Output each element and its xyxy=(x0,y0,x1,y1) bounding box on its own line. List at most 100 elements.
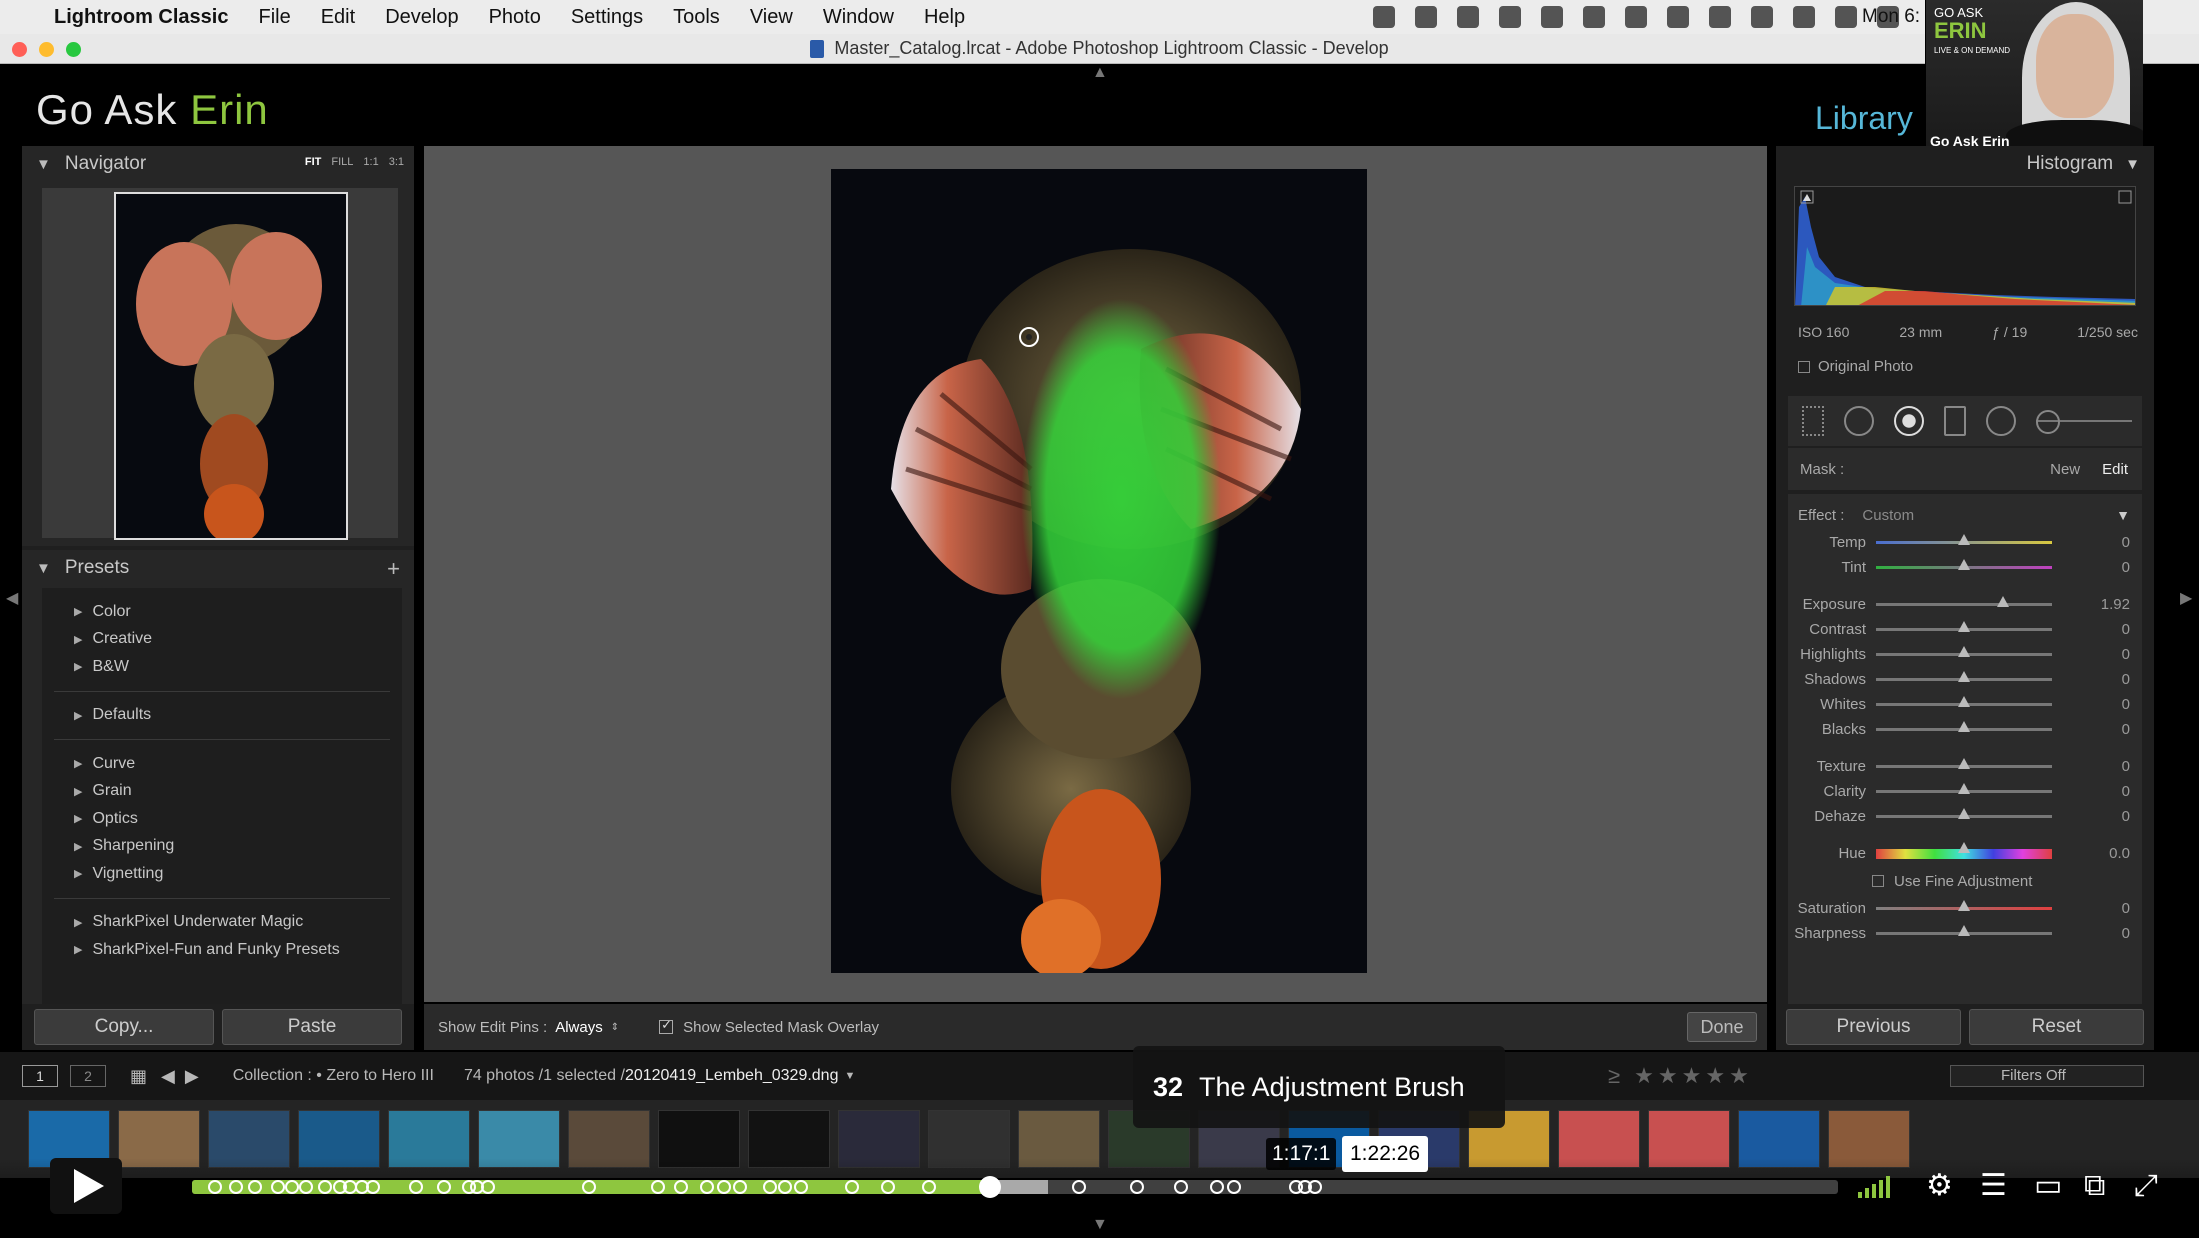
preset-group[interactable]: ▶ B&W xyxy=(42,653,402,681)
clarity-value[interactable]: 0 xyxy=(2122,783,2130,800)
menu-window[interactable]: Window xyxy=(823,6,894,29)
temp-slider-track[interactable] xyxy=(1876,534,2052,545)
creative-cloud-icon[interactable] xyxy=(1415,6,1437,28)
grid-view-icon[interactable]: ▦ xyxy=(130,1066,147,1087)
zoom-window-icon[interactable] xyxy=(66,42,81,57)
chapters-list-icon[interactable]: ☰ xyxy=(1980,1170,2007,1202)
nav-arrows-icon[interactable]: ◀▶ xyxy=(161,1066,209,1087)
menu-photo[interactable]: Photo xyxy=(489,6,541,29)
zoom-fill[interactable]: FILL xyxy=(331,156,353,168)
whites-slider-track[interactable] xyxy=(1876,696,2052,707)
presets-header[interactable]: ▼ Presets xyxy=(22,550,414,586)
paste-settings-button[interactable]: Paste xyxy=(222,1009,402,1045)
dehaze-value[interactable]: 0 xyxy=(2122,808,2130,825)
bluetooth-icon[interactable] xyxy=(1541,6,1563,28)
crop-overlay-icon[interactable] xyxy=(1802,406,1824,436)
chapter-marker[interactable] xyxy=(762,1180,777,1194)
airplay-icon[interactable]: ▭ xyxy=(2034,1170,2062,1202)
chapter-marker[interactable] xyxy=(408,1180,423,1194)
preset-group[interactable]: ▶ Creative xyxy=(42,626,402,654)
app-menu[interactable]: Lightroom Classic xyxy=(54,6,228,29)
collapse-triangle-icon[interactable]: ▼ xyxy=(2116,507,2130,523)
fine-adjustment-toggle[interactable]: Use Fine Adjustment xyxy=(1788,866,2142,896)
dehaze-slider-track[interactable] xyxy=(1876,808,2052,819)
temp-value[interactable]: 0 xyxy=(2122,534,2130,551)
zoom-fit[interactable]: FIT xyxy=(305,156,322,168)
preset-group[interactable]: ▶ Grain xyxy=(42,778,402,806)
filmstrip-toggle-icon[interactable]: ▼ xyxy=(1092,1216,1108,1234)
display-icon[interactable] xyxy=(1373,6,1395,28)
dehaze-slider-handle[interactable] xyxy=(1958,808,1970,819)
histogram-header[interactable]: Histogram ▼ xyxy=(1776,146,2154,182)
whites-value[interactable]: 0 xyxy=(2122,696,2130,713)
texture-slider-track[interactable] xyxy=(1876,758,2052,769)
graduated-filter-icon[interactable] xyxy=(1944,406,1966,436)
chapter-marker[interactable] xyxy=(481,1180,496,1194)
chapter-marker[interactable] xyxy=(733,1180,748,1194)
chapter-marker[interactable] xyxy=(1174,1180,1189,1194)
secondary-window-button[interactable]: 2 xyxy=(70,1065,106,1087)
chapter-marker[interactable] xyxy=(650,1180,665,1194)
collapse-triangle-icon[interactable]: ▼ xyxy=(36,156,51,173)
zoom-3-1[interactable]: 3:1 xyxy=(389,156,404,168)
sharpness-value[interactable]: 0 xyxy=(2122,925,2130,942)
chapter-marker[interactable] xyxy=(673,1180,688,1194)
hue-slider-handle[interactable] xyxy=(1958,842,1970,853)
mask-overlay-checkbox[interactable] xyxy=(659,1017,674,1034)
preset-group[interactable]: ▶ Curve xyxy=(42,750,402,778)
previous-button[interactable]: Previous xyxy=(1786,1009,1961,1045)
menu-develop[interactable]: Develop xyxy=(385,6,458,29)
clarity-slider-handle[interactable] xyxy=(1958,783,1970,794)
spot-removal-icon[interactable] xyxy=(1844,406,1874,436)
adjustment-brush-slider[interactable] xyxy=(2036,410,2132,434)
play-button[interactable] xyxy=(50,1158,122,1214)
filter-select[interactable]: Filters Off xyxy=(1950,1065,2144,1087)
contrast-slider-track[interactable] xyxy=(1876,621,2052,632)
exposure-slider-handle[interactable] xyxy=(1996,596,2009,607)
shadows-slider-handle[interactable] xyxy=(1958,671,1970,682)
shadows-slider-track[interactable] xyxy=(1876,671,2052,682)
chapter-marker[interactable] xyxy=(1129,1180,1144,1194)
left-panel-toggle-icon[interactable]: ◀ xyxy=(6,588,18,608)
tint-value[interactable]: 0 xyxy=(2122,559,2130,576)
wifi-icon[interactable] xyxy=(1835,6,1857,28)
preset-group[interactable]: ▶ SharkPixel-Fun and Funky Presets xyxy=(42,936,402,964)
histogram-graph[interactable] xyxy=(1794,186,2136,306)
filename-dropdown-icon[interactable]: ▼ xyxy=(844,1070,855,1082)
zoom-1-1[interactable]: 1:1 xyxy=(363,156,378,168)
filmstrip-source[interactable]: Collection : • Zero to Hero III xyxy=(233,1067,434,1085)
mask-new-button[interactable]: New xyxy=(2050,461,2080,478)
fullscreen-icon[interactable]: ⤢ xyxy=(2134,1170,2158,1202)
close-window-icon[interactable] xyxy=(12,42,27,57)
add-preset-icon[interactable]: + xyxy=(387,556,400,582)
exposure-value[interactable]: 1.92 xyxy=(2101,596,2130,613)
texture-slider-handle[interactable] xyxy=(1958,758,1970,769)
chapter-marker[interactable] xyxy=(208,1180,223,1194)
video-scrub-handle[interactable] xyxy=(979,1176,1002,1198)
preset-group[interactable]: ▶ Vignetting xyxy=(42,860,402,888)
volume-icon[interactable] xyxy=(1858,1174,1890,1198)
chapter-marker[interactable] xyxy=(1226,1180,1241,1194)
chapter-marker[interactable] xyxy=(777,1180,792,1194)
menu-tools[interactable]: Tools xyxy=(673,6,720,29)
chapter-marker[interactable] xyxy=(229,1180,244,1194)
top-panel-toggle-icon[interactable]: ▲ xyxy=(1092,64,1108,82)
chapter-marker[interactable] xyxy=(581,1180,596,1194)
move-icon[interactable] xyxy=(1793,6,1815,28)
chapter-marker[interactable] xyxy=(270,1180,285,1194)
module-picker-library[interactable]: Library xyxy=(1815,100,1913,137)
hue-slider-track[interactable] xyxy=(1876,842,2052,859)
navigator-preview-thumbnail[interactable] xyxy=(114,192,348,540)
texture-value[interactable]: 0 xyxy=(2122,758,2130,775)
menu-file[interactable]: File xyxy=(258,6,290,29)
chapter-marker[interactable] xyxy=(700,1180,715,1194)
saturation-slider-handle[interactable] xyxy=(1958,900,1970,911)
fine-adjustment-checkbox[interactable] xyxy=(1872,875,1884,887)
chapter-marker[interactable] xyxy=(298,1180,313,1194)
hue-value[interactable]: 0.0 xyxy=(2109,845,2130,862)
preset-group[interactable]: ▶ Color xyxy=(42,598,402,626)
edit-pins-select[interactable]: Always xyxy=(555,1019,603,1036)
preset-group[interactable]: ▶ Sharpening xyxy=(42,833,402,861)
chapter-marker[interactable] xyxy=(881,1180,896,1194)
sharpness-slider-handle[interactable] xyxy=(1958,925,1970,936)
